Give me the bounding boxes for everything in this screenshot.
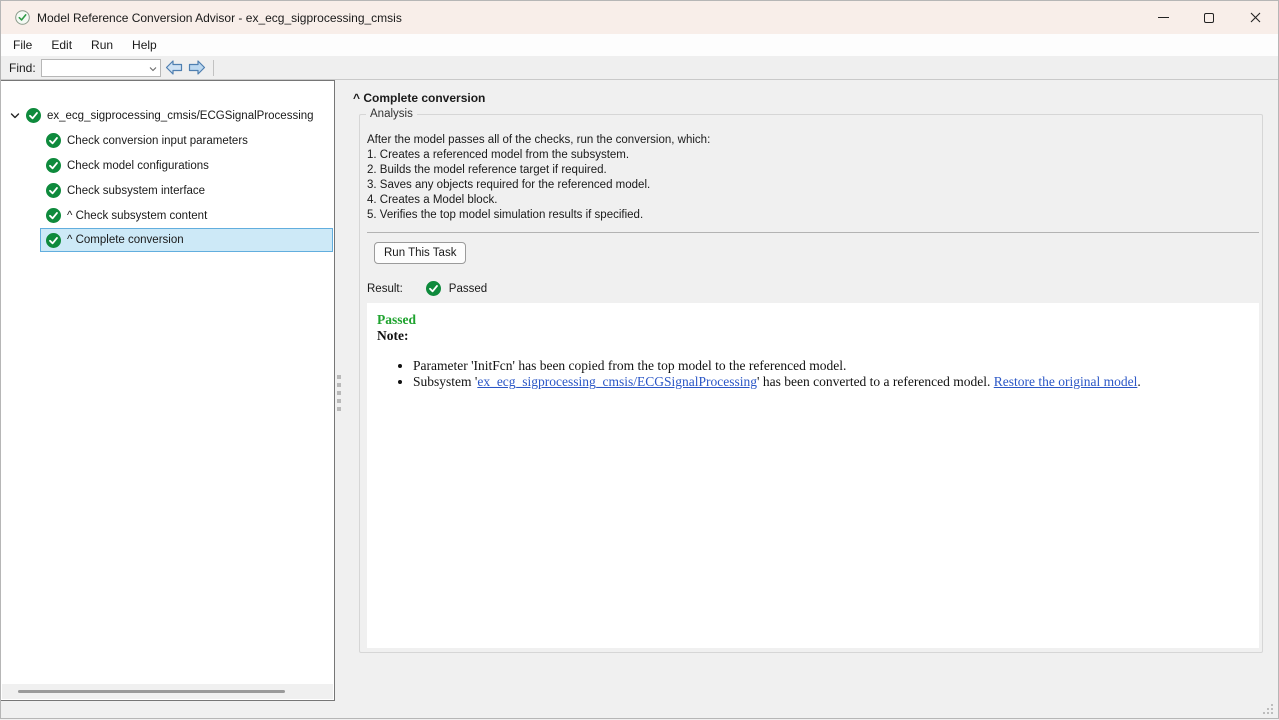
app-check-icon: [15, 10, 30, 25]
menu-file[interactable]: File: [4, 36, 41, 54]
result-label: Result:: [367, 283, 403, 295]
analysis-separator: [367, 232, 1259, 233]
toolbar-separator: [213, 60, 214, 76]
note-text: ' has been converted to a referenced mod…: [757, 374, 994, 389]
analysis-step: 4. Creates a Model block.: [367, 193, 710, 208]
report-note-label: Note:: [377, 328, 1249, 344]
app-window: Model Reference Conversion Advisor - ex_…: [0, 0, 1279, 719]
passed-check-icon: [46, 183, 61, 198]
minimize-button[interactable]: [1140, 1, 1186, 34]
tree-item-check-subsystem-content[interactable]: ^ Check subsystem content: [1, 203, 207, 228]
tree-item-complete-conversion-selected[interactable]: ^ Complete conversion: [40, 228, 333, 252]
report-content: Passed Note: Parameter 'InitFcn' has bee…: [367, 303, 1259, 399]
tree-item-label: ^ Complete conversion: [67, 234, 184, 246]
splitter-dot: [337, 407, 341, 411]
menu-help[interactable]: Help: [123, 36, 166, 54]
analysis-groupbox: Analysis After the model passes all of t…: [359, 114, 1263, 653]
tree-item-check-conversion-input-parameters[interactable]: Check conversion input parameters: [1, 128, 248, 153]
window-controls: [1140, 1, 1278, 34]
restore-original-model-link[interactable]: Restore the original model: [994, 374, 1138, 389]
check-tree-panel: ex_ecg_sigprocessing_cmsis/ECGSignalProc…: [1, 80, 335, 701]
analysis-intro: After the model passes all of the checks…: [367, 133, 710, 148]
tree-horizontal-scrollbar[interactable]: [2, 684, 333, 699]
analysis-description: After the model passes all of the checks…: [367, 133, 710, 223]
analysis-step: 5. Verifies the top model simulation res…: [367, 208, 710, 223]
chevron-down-icon[interactable]: [149, 65, 157, 73]
splitter-dot: [337, 391, 341, 395]
passed-check-icon: [46, 158, 61, 173]
tree-item-label: ^ Check subsystem content: [67, 210, 207, 222]
splitter-dot: [337, 375, 341, 379]
arrow-left-icon: [165, 60, 183, 75]
find-input[interactable]: [45, 61, 145, 75]
report-status: Passed: [377, 312, 1249, 328]
report-box: Passed Note: Parameter 'InitFcn' has bee…: [367, 303, 1259, 648]
analysis-legend: Analysis: [366, 108, 417, 120]
task-title: ^ Complete conversion: [353, 91, 485, 105]
tree-item-label: Check conversion input parameters: [67, 135, 248, 147]
result-value: Passed: [449, 283, 487, 295]
maximize-button[interactable]: [1186, 1, 1232, 34]
main-area: ex_ecg_sigprocessing_cmsis/ECGSignalProc…: [1, 80, 1278, 718]
passed-check-icon: [46, 133, 61, 148]
maximize-icon: [1204, 13, 1214, 23]
note-text: .: [1137, 374, 1140, 389]
close-button[interactable]: [1232, 1, 1278, 34]
tree-item-check-model-configurations[interactable]: Check model configurations: [1, 153, 209, 178]
result-row: Result: Passed: [367, 281, 487, 296]
titlebar: Model Reference Conversion Advisor - ex_…: [1, 1, 1278, 34]
analysis-step: 2. Builds the model reference target if …: [367, 163, 710, 178]
passed-check-icon: [26, 108, 41, 123]
tree-root-label: ex_ecg_sigprocessing_cmsis/ECGSignalProc…: [47, 110, 314, 122]
find-next-button[interactable]: [187, 58, 207, 78]
find-label: Find:: [9, 61, 36, 75]
report-note-item: Subsystem 'ex_ecg_sigprocessing_cmsis/EC…: [413, 374, 1249, 390]
analysis-steps: 1. Creates a referenced model from the s…: [367, 148, 710, 223]
note-text: Parameter 'InitFcn' has been copied from…: [413, 358, 846, 373]
tree-root-node[interactable]: ex_ecg_sigprocessing_cmsis/ECGSignalProc…: [1, 103, 314, 128]
menu-run[interactable]: Run: [82, 36, 122, 54]
task-detail-panel: ^ Complete conversion Analysis After the…: [353, 80, 1278, 718]
run-this-task-button[interactable]: Run This Task: [374, 242, 466, 264]
analysis-step: 3. Saves any objects required for the re…: [367, 178, 710, 193]
passed-check-icon: [46, 233, 61, 248]
tree-item-check-subsystem-interface[interactable]: Check subsystem interface: [1, 178, 205, 203]
arrow-right-icon: [188, 60, 206, 75]
menubar: File Edit Run Help: [1, 34, 1278, 56]
tree-item-label: Check model configurations: [67, 160, 209, 172]
note-text: Subsystem ': [413, 374, 477, 389]
report-note-item: Parameter 'InitFcn' has been copied from…: [413, 358, 1249, 374]
close-icon: [1250, 12, 1261, 23]
result-passed-icon: [426, 281, 441, 296]
scrollbar-thumb[interactable]: [18, 690, 285, 693]
analysis-step: 1. Creates a referenced model from the s…: [367, 148, 710, 163]
window-title: Model Reference Conversion Advisor - ex_…: [37, 11, 402, 25]
find-toolbar: Find:: [1, 56, 1278, 80]
panel-splitter[interactable]: [335, 80, 353, 720]
subsystem-link[interactable]: ex_ecg_sigprocessing_cmsis/ECGSignalProc…: [477, 374, 757, 389]
tree-item-label: Check subsystem interface: [67, 185, 205, 197]
find-previous-button[interactable]: [164, 58, 184, 78]
menu-edit[interactable]: Edit: [42, 36, 81, 54]
splitter-dot: [337, 399, 341, 403]
minimize-icon: [1158, 17, 1169, 18]
chevron-expanded-icon[interactable]: [10, 111, 20, 121]
report-notes-list: Parameter 'InitFcn' has been copied from…: [413, 358, 1249, 390]
find-combobox[interactable]: [41, 59, 161, 77]
passed-check-icon: [46, 208, 61, 223]
splitter-dot: [337, 383, 341, 387]
resize-grip-icon[interactable]: [1263, 704, 1273, 714]
